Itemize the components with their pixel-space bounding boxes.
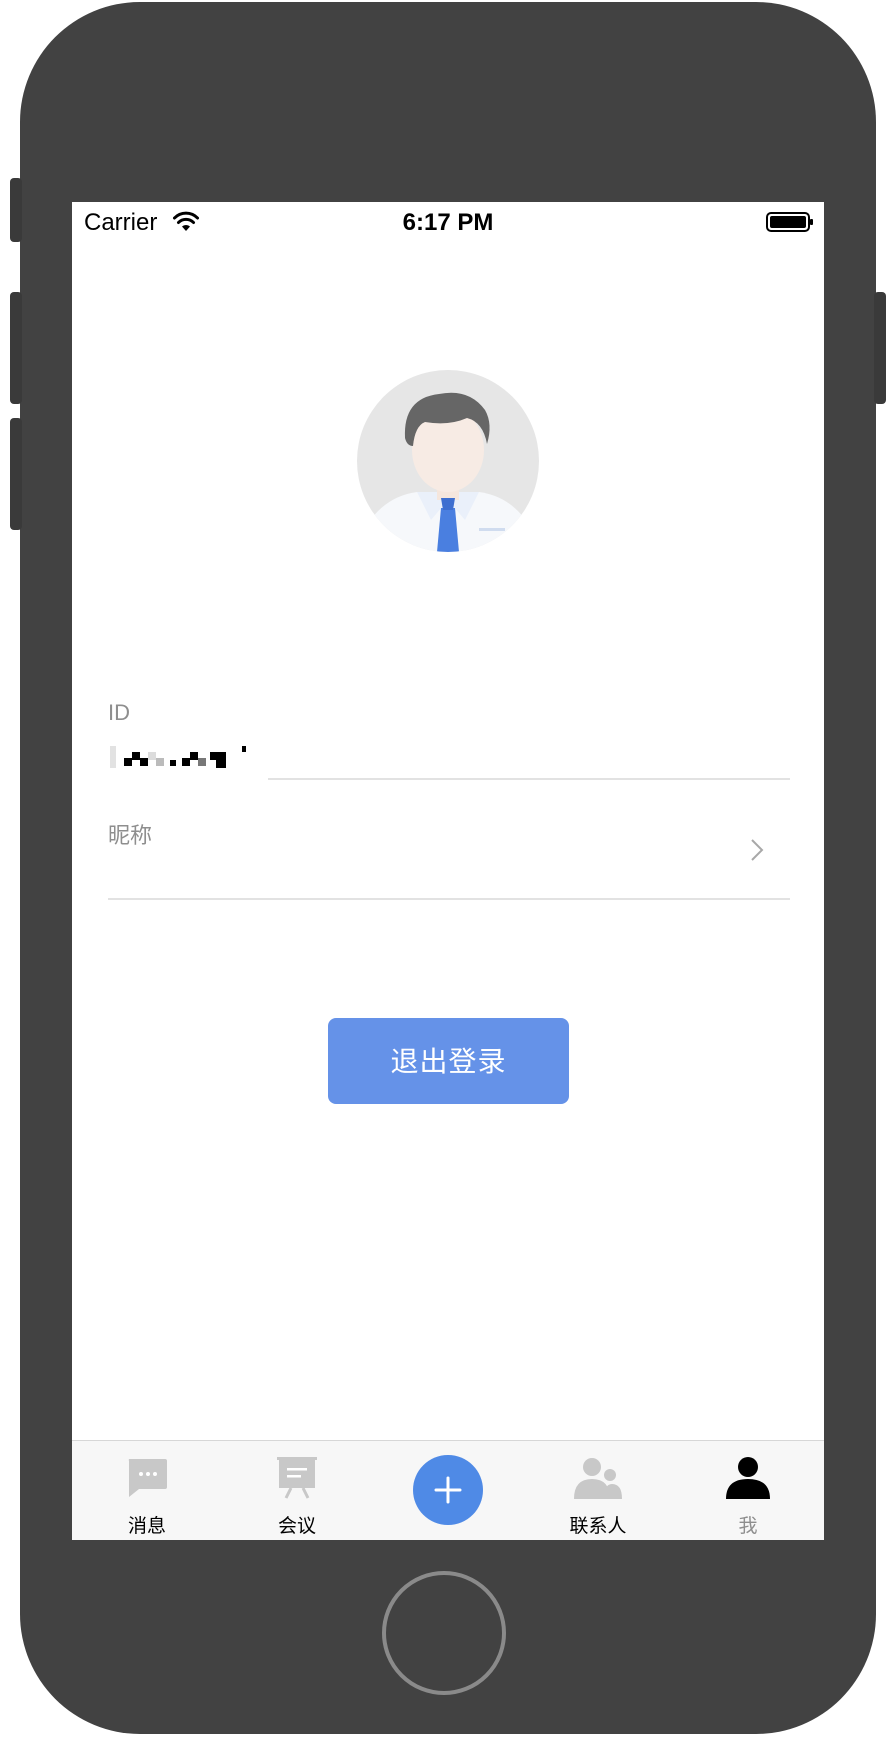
status-time: 6:17 PM (402, 209, 494, 236)
tab-messages[interactable]: 消息 (72, 1441, 222, 1540)
plus-icon (434, 1476, 462, 1504)
id-label: ID (108, 700, 130, 725)
add-button[interactable] (413, 1455, 483, 1525)
tab-meetings-label: 会议 (277, 1515, 316, 1537)
chevron-right-icon (751, 839, 764, 861)
mute-switch (10, 178, 22, 242)
tab-bar: 消息 会议 联系人 我 (72, 1440, 824, 1540)
status-bar: Carrier 6:17 PM (72, 202, 824, 244)
tab-messages-label: 消息 (127, 1515, 166, 1537)
person-icon (726, 1457, 770, 1499)
message-icon (128, 1459, 167, 1497)
app-screen: Carrier 6:17 PM ID 昵称 退出登录 消息 会议 联系人 我 (72, 202, 824, 1540)
user-avatar[interactable] (357, 370, 539, 552)
nickname-row[interactable]: 昵称 (108, 802, 790, 888)
tab-me-label: 我 (738, 1515, 758, 1537)
logout-button[interactable]: 退出登录 (328, 1018, 569, 1104)
meeting-icon (277, 1457, 317, 1499)
tab-meetings[interactable]: 会议 (222, 1441, 372, 1540)
battery-icon (766, 212, 813, 232)
tab-contacts[interactable]: 联系人 (523, 1441, 673, 1540)
home-button[interactable] (382, 1571, 506, 1695)
power-button (874, 292, 886, 404)
contacts-icon (574, 1458, 622, 1499)
nickname-label: 昵称 (108, 823, 153, 848)
tab-me[interactable]: 我 (673, 1441, 823, 1540)
volume-down-button (10, 418, 22, 530)
id-divider (268, 778, 790, 780)
nickname-divider (108, 898, 790, 900)
volume-up-button (10, 292, 22, 404)
id-value-redacted (110, 746, 246, 768)
tab-contacts-label: 联系人 (569, 1515, 627, 1537)
